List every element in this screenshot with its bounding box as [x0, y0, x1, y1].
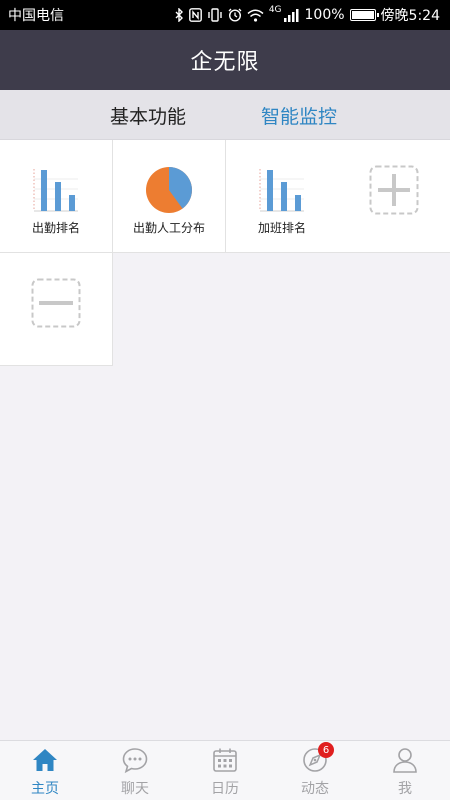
vibrate-icon — [207, 8, 223, 22]
battery-percent: 100% — [304, 7, 345, 23]
function-tab-bar: 基本功能 智能监控 — [0, 90, 450, 140]
add-tile-button[interactable] — [338, 140, 450, 253]
battery-icon — [349, 9, 379, 21]
nfc-icon — [188, 8, 202, 22]
calendar-icon — [213, 748, 237, 772]
nav-calendar[interactable]: 日历 — [180, 741, 270, 800]
nav-label: 主页 — [31, 781, 59, 797]
nav-label: 我 — [398, 781, 412, 797]
nav-label: 动态 — [301, 781, 329, 797]
nav-label: 聊天 — [121, 781, 149, 797]
person-icon — [393, 748, 417, 773]
tile-attendance-ranking[interactable]: 出勤排名 — [0, 140, 113, 253]
alarm-icon — [228, 8, 242, 22]
tile-label: 出勤排名 — [31, 221, 80, 235]
signal-icon — [283, 8, 300, 22]
tile-label: 出勤人工分布 — [132, 221, 205, 235]
tile-overtime-ranking[interactable]: 加班排名 — [226, 140, 339, 253]
nav-moments[interactable]: 6 动态 — [270, 741, 360, 800]
bar-chart-icon — [259, 169, 304, 212]
bar-chart-icon — [33, 169, 78, 212]
tab-smart-monitoring[interactable]: 智能监控 — [261, 90, 337, 140]
app-header: 企无限 — [0, 30, 450, 90]
tile-attendance-distribution[interactable]: 出勤人工分布 — [113, 140, 226, 253]
page-title: 企无限 — [190, 50, 260, 75]
tab-basic-functions[interactable]: 基本功能 — [110, 90, 186, 140]
nav-label: 日历 — [211, 781, 239, 797]
network-type-label: 4G — [268, 5, 282, 15]
carrier-name: 中国电信 — [8, 8, 64, 24]
clock: 傍晚5:24 — [380, 8, 440, 24]
remove-tile-button[interactable] — [0, 253, 113, 366]
add-icon — [369, 165, 419, 215]
nav-home[interactable]: 主页 — [0, 741, 90, 800]
notification-badge: 6 — [318, 742, 334, 758]
tile-label: 加班排名 — [257, 221, 306, 235]
bluetooth-icon — [175, 8, 184, 22]
bottom-navigation: 主页 聊天 日历 6 动态 我 — [0, 740, 450, 800]
status-bar: 中国电信 4G 100% 傍晚5:24 — [0, 0, 450, 30]
nav-me[interactable]: 我 — [360, 741, 450, 800]
wifi-icon — [247, 9, 264, 22]
chat-icon — [122, 748, 148, 774]
home-icon — [33, 749, 57, 771]
remove-icon — [31, 278, 81, 328]
pie-chart-icon — [146, 167, 192, 213]
nav-chat[interactable]: 聊天 — [90, 741, 180, 800]
